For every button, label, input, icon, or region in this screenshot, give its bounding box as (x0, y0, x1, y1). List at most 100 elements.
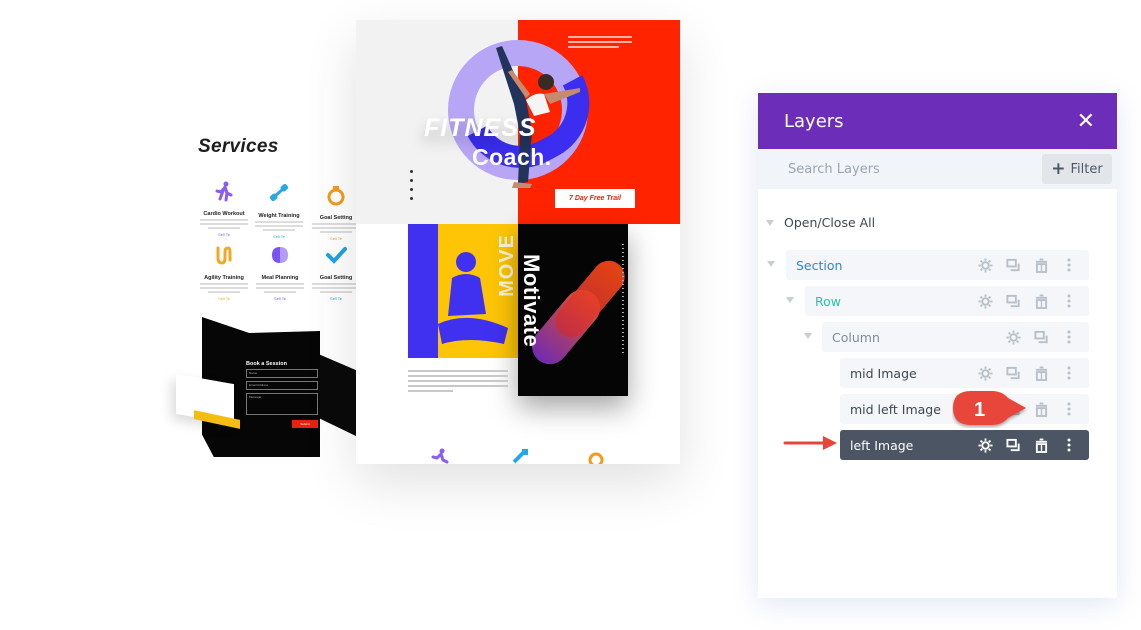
more-options-icon[interactable] (1055, 291, 1083, 311)
dumbbell-icon (512, 449, 528, 464)
caret-down-icon[interactable] (767, 261, 775, 267)
service-name: Weight Training (258, 213, 300, 219)
runner-icon (431, 448, 449, 464)
email-field[interactable]: Email Address (246, 381, 318, 390)
jump-rope-icon (216, 246, 232, 265)
duplicate-icon[interactable] (999, 435, 1027, 455)
pointer-arrow-icon (783, 436, 837, 450)
layer-column[interactable]: Column (822, 322, 1089, 352)
twitter-icon[interactable] (410, 179, 413, 182)
filter-label: Filter (1070, 161, 1103, 177)
duplicate-icon[interactable] (999, 291, 1027, 311)
service-name: Agility Training (204, 275, 244, 281)
service-name: Meal Planning (261, 275, 299, 281)
trash-icon[interactable] (1027, 399, 1055, 419)
submit-button[interactable]: Submit (292, 420, 318, 428)
more-options-icon[interactable] (1055, 399, 1083, 419)
trash-icon[interactable] (1027, 363, 1055, 383)
layers-header: Layers ✕ (758, 93, 1117, 149)
service-link[interactable]: Sell Te (194, 296, 254, 301)
facebook-icon[interactable] (410, 170, 413, 173)
trash-icon[interactable] (1027, 291, 1055, 311)
settings-gear-icon[interactable] (971, 255, 999, 275)
layers-title: Layers (784, 110, 844, 132)
layer-mid-image[interactable]: mid Image (840, 358, 1089, 388)
services-title: Services (198, 136, 279, 157)
settings-gear-icon[interactable] (971, 435, 999, 455)
hero-heading: FITNESS (424, 114, 537, 142)
settings-gear-icon[interactable] (971, 291, 999, 311)
message-field[interactable]: Message (246, 393, 318, 415)
service-link[interactable]: Sell Te (250, 296, 310, 301)
search-layers-input[interactable] (788, 161, 1008, 177)
filter-button[interactable]: + Filter (1042, 154, 1112, 184)
settings-gear-icon[interactable] (971, 363, 999, 383)
layer-section[interactable]: Section (786, 250, 1089, 280)
step-callout-badge: 1 (953, 391, 1026, 425)
checkmark-icon (326, 247, 347, 264)
layer-label: Row (815, 293, 841, 309)
service-link[interactable]: Sell Te (194, 232, 254, 237)
stopwatch-icon (327, 186, 345, 206)
layer-actions (971, 435, 1083, 455)
fitness-page-preview: FITNESS Coach. 7 Day Free Trail MOVE Mot… (356, 20, 680, 464)
canvas: Services Cardio Workout Sell Te Weight T… (0, 0, 1141, 630)
layer-label: Column (832, 329, 880, 345)
service-card: Cardio Workout Sell Te (194, 180, 254, 237)
hero-copy-text (568, 36, 632, 51)
open-close-all-label: Open/Close All (784, 215, 876, 230)
move-text: MOVE (496, 234, 518, 297)
service-link[interactable]: Sell Te (249, 234, 309, 239)
contact-form: Book a Session Name Email Address Messag… (246, 361, 318, 428)
contact-section: Book a Session Name Email Address Messag… (172, 317, 362, 467)
trash-icon[interactable] (1027, 255, 1055, 275)
service-card: Weight Training Sell Te (249, 182, 309, 239)
more-options-icon[interactable] (1055, 363, 1083, 383)
social-icons (410, 170, 413, 206)
duplicate-icon[interactable] (999, 363, 1027, 383)
services-page-preview: Services Cardio Workout Sell Te Weight T… (154, 122, 364, 474)
callout-number: 1 (974, 399, 985, 421)
layer-actions (971, 255, 1083, 275)
body-paragraph (408, 370, 508, 395)
caret-down-icon[interactable] (804, 333, 812, 339)
runner-icon (215, 181, 233, 202)
close-icon[interactable]: ✕ (1077, 110, 1095, 132)
layer-label: mid Image (850, 365, 917, 381)
form-title: Book a Session (246, 361, 287, 367)
open-close-all-toggle[interactable]: Open/Close All (766, 215, 875, 230)
duplicate-icon[interactable] (999, 255, 1027, 275)
layer-left-image[interactable]: left Image (840, 430, 1089, 460)
meal-icon (272, 247, 288, 263)
vertical-caption (622, 244, 624, 354)
free-trial-button[interactable]: 7 Day Free Trail (555, 189, 635, 208)
dumbbell-icon (269, 183, 289, 202)
hero-subheading: Coach. (472, 144, 552, 170)
stopwatch-icon (588, 452, 604, 464)
linkedin-icon[interactable] (410, 188, 413, 191)
layer-actions (999, 327, 1083, 347)
layers-panel: Layers ✕ + Filter Open/Close All Section (758, 93, 1117, 598)
plus-icon: + (1051, 159, 1066, 179)
layer-label: left Image (850, 437, 914, 453)
layer-actions (971, 291, 1083, 311)
caret-down-icon[interactable] (786, 297, 794, 303)
settings-gear-icon[interactable] (999, 327, 1027, 347)
instagram-icon[interactable] (410, 197, 413, 200)
caret-down-icon (766, 219, 774, 226)
service-card: Agility Training Sell Te (194, 244, 254, 301)
more-options-icon[interactable] (1055, 327, 1083, 347)
duplicate-icon[interactable] (1027, 327, 1055, 347)
search-bar: + Filter (758, 149, 1117, 189)
layer-row[interactable]: Row (805, 286, 1089, 316)
service-card: Meal Planning Sell Te (250, 244, 310, 301)
trash-icon[interactable] (1027, 435, 1055, 455)
name-field[interactable]: Name (246, 369, 318, 378)
motivate-text: Motivate (519, 254, 544, 348)
motivate-card: Motivate (518, 224, 632, 396)
more-options-icon[interactable] (1055, 435, 1083, 455)
layer-label: Section (796, 257, 843, 273)
service-name: Cardio Workout (203, 211, 245, 217)
more-options-icon[interactable] (1055, 255, 1083, 275)
decor-shape (548, 254, 632, 344)
